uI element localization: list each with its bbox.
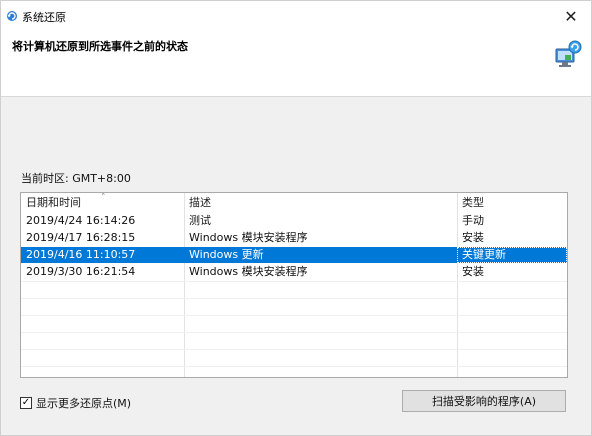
column-header-type[interactable]: 类型	[457, 193, 567, 212]
empty-row	[21, 281, 567, 297]
cell-description: 测试	[189, 214, 211, 227]
table-row-selected[interactable]: 2019/4/16 11:10:57 Windows 更新 关键更新	[21, 247, 567, 263]
show-more-restore-points[interactable]: ✓ 显示更多还原点(M)	[20, 395, 131, 411]
timezone-label: 当前时区: GMT+8:00	[21, 172, 131, 185]
show-more-label[interactable]: 显示更多还原点(M)	[36, 395, 131, 411]
empty-row	[21, 332, 567, 348]
empty-row	[21, 315, 567, 331]
computer-restore-icon	[551, 37, 585, 71]
page-title: 将计算机还原到所选事件之前的状态	[12, 40, 188, 53]
cell-type: 手动	[462, 214, 484, 227]
cell-description: Windows 模块安装程序	[189, 265, 308, 278]
empty-row	[21, 298, 567, 314]
close-button[interactable]: ✕	[551, 1, 591, 31]
close-icon[interactable]: ✕	[564, 7, 577, 26]
empty-row	[21, 366, 567, 377]
column-header-description[interactable]: 描述	[184, 193, 457, 212]
title-bar: 系统还原 ✕	[1, 1, 591, 31]
header-panel: 将计算机还原到所选事件之前的状态	[1, 31, 591, 97]
system-restore-window: 系统还原 ✕ 将计算机还原到所选事件之前的状态 当前时区: GMT+8:00 日…	[0, 0, 592, 436]
show-more-checkbox[interactable]: ✓	[20, 397, 32, 409]
cell-datetime: 2019/4/16 11:10:57	[26, 248, 136, 261]
checkmark-icon: ✓	[21, 397, 31, 408]
window-title: 系统还原	[22, 11, 66, 24]
cell-datetime: 2019/4/24 16:14:26	[26, 214, 136, 227]
table-row[interactable]: 2019/4/17 16:28:15 Windows 模块安装程序 安装	[21, 230, 567, 246]
cell-description: Windows 模块安装程序	[189, 231, 308, 244]
column-header-datetime[interactable]: 日期和时间 ˄	[21, 193, 184, 212]
table-row[interactable]: 2019/3/30 16:21:54 Windows 模块安装程序 安装	[21, 264, 567, 280]
cell-description: Windows 更新	[189, 248, 264, 261]
sort-up-icon: ˄	[101, 193, 106, 203]
cell-type: 安装	[462, 265, 484, 278]
cell-datetime: 2019/3/30 16:21:54	[26, 265, 136, 278]
table-row[interactable]: 2019/4/24 16:14:26 测试 手动	[21, 213, 567, 229]
cell-type: 安装	[462, 231, 484, 244]
restore-points-table[interactable]: 日期和时间 ˄ 描述 类型 2019/4/24 16:14:26 测试 手动 2…	[20, 192, 568, 378]
cell-type: 关键更新	[457, 247, 567, 263]
system-restore-icon	[6, 10, 18, 22]
empty-row	[21, 349, 567, 365]
cell-datetime: 2019/4/17 16:28:15	[26, 231, 136, 244]
scan-affected-programs-button[interactable]: 扫描受影响的程序(A)	[402, 390, 566, 412]
